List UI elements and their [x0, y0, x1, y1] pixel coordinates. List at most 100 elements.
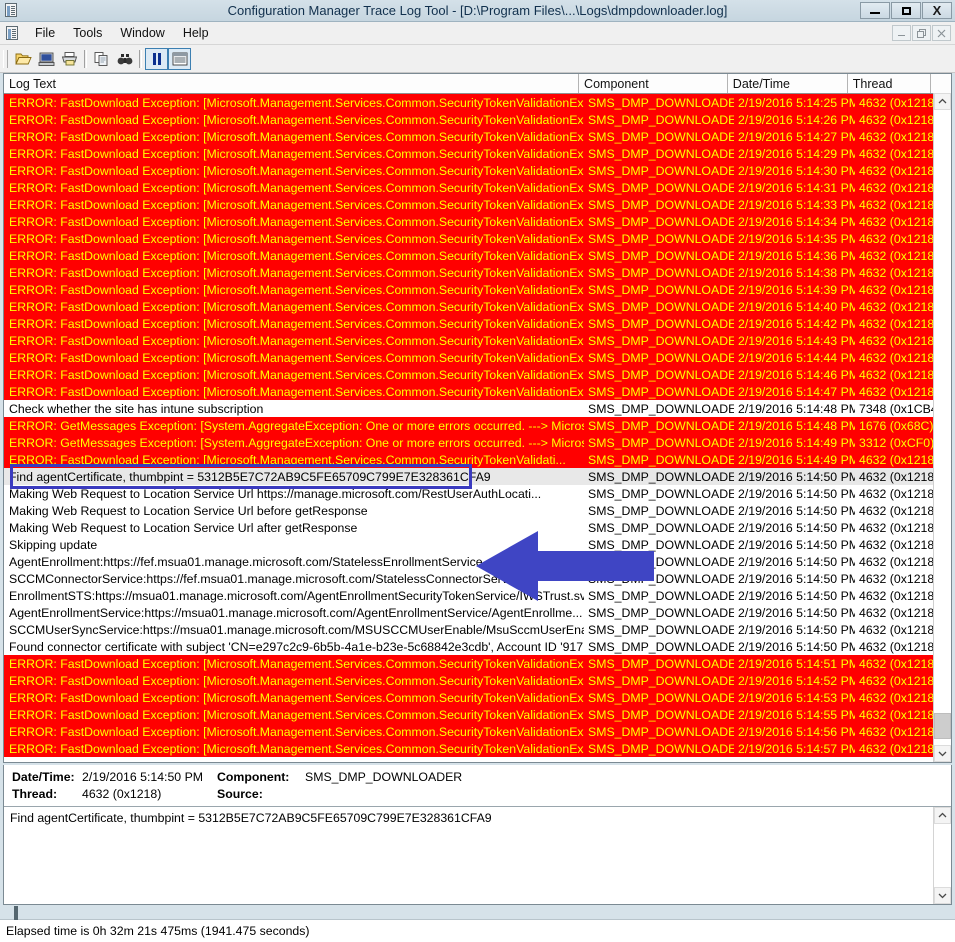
detail-scroll-up-button[interactable]: [934, 807, 951, 824]
column-header-thread[interactable]: Thread: [847, 74, 932, 93]
table-row[interactable]: ERROR: FastDownload Exception: [Microsof…: [4, 230, 951, 247]
scroll-up-button[interactable]: [934, 93, 951, 110]
table-row[interactable]: AgentEnrollment:https://fef.msua01.manag…: [4, 553, 951, 570]
menu-item-file[interactable]: File: [26, 24, 64, 42]
table-row[interactable]: ERROR: GetMessages Exception: [System.Ag…: [4, 417, 951, 434]
table-row[interactable]: Check whether the site has intune subscr…: [4, 400, 951, 417]
table-row[interactable]: Making Web Request to Location Service U…: [4, 485, 951, 502]
table-row[interactable]: ERROR: FastDownload Exception: [Microsof…: [4, 94, 951, 111]
client-area: Log Text Component Date/Time Thread ERRO…: [0, 73, 955, 919]
table-row[interactable]: EnrollmentSTS:https://msua01.manage.micr…: [4, 587, 951, 604]
detail-view-button[interactable]: [168, 47, 191, 70]
thread-cell: 4632 (0x1218): [859, 741, 939, 756]
component-cell: SMS_DMP_DOWNLOADER: [588, 622, 734, 637]
column-header-log-text[interactable]: Log Text: [4, 74, 580, 93]
thread-cell: 4632 (0x1218): [859, 197, 939, 212]
table-row[interactable]: ERROR: FastDownload Exception: [Microsof…: [4, 706, 951, 723]
table-row[interactable]: ERROR: FastDownload Exception: [Microsof…: [4, 315, 951, 332]
thread-cell: 4632 (0x1218): [859, 520, 939, 535]
table-row[interactable]: Making Web Request to Location Service U…: [4, 502, 951, 519]
datetime-cell: 2/19/2016 5:14:30 PM: [738, 163, 855, 178]
mdi-close-button[interactable]: [932, 25, 951, 41]
status-grip: [14, 906, 18, 920]
table-row[interactable]: ERROR: FastDownload Exception: [Microsof…: [4, 145, 951, 162]
log-text-cell: Check whether the site has intune subscr…: [9, 401, 264, 416]
grid-rows-container[interactable]: ERROR: FastDownload Exception: [Microsof…: [4, 94, 951, 762]
log-text-cell: EnrollmentSTS:https://msua01.manage.micr…: [9, 588, 584, 603]
table-row[interactable]: ERROR: FastDownload Exception: [Microsof…: [4, 689, 951, 706]
mdi-minimize-button[interactable]: [892, 25, 911, 41]
log-text-cell: ERROR: FastDownload Exception: [Microsof…: [9, 656, 584, 671]
table-row[interactable]: SCCMConnectorService:https://fef.msua01.…: [4, 570, 951, 587]
table-row[interactable]: ERROR: FastDownload Exception: [Microsof…: [4, 672, 951, 689]
pause-button[interactable]: [145, 47, 168, 70]
table-row[interactable]: ERROR: FastDownload Exception: [Microsof…: [4, 451, 951, 468]
datetime-cell: 2/19/2016 5:14:50 PM: [738, 571, 855, 586]
log-text-cell: ERROR: FastDownload Exception: [Microsof…: [9, 265, 584, 280]
open-file-button[interactable]: [12, 48, 35, 70]
scroll-down-button[interactable]: [934, 745, 951, 762]
table-row[interactable]: ERROR: FastDownload Exception: [Microsof…: [4, 383, 951, 400]
table-row[interactable]: ERROR: FastDownload Exception: [Microsof…: [4, 111, 951, 128]
component-cell: SMS_DMP_DOWNLOADER: [588, 571, 734, 586]
detail-vertical-scrollbar[interactable]: [933, 807, 951, 904]
table-row[interactable]: AgentEnrollmentService:https://msua01.ma…: [4, 604, 951, 621]
table-row[interactable]: ERROR: FastDownload Exception: [Microsof…: [4, 740, 951, 757]
table-row[interactable]: ERROR: FastDownload Exception: [Microsof…: [4, 247, 951, 264]
table-row[interactable]: ERROR: GetMessages Exception: [System.Ag…: [4, 434, 951, 451]
table-row[interactable]: ERROR: FastDownload Exception: [Microsof…: [4, 655, 951, 672]
close-button[interactable]: X: [922, 2, 952, 19]
print-button[interactable]: [58, 48, 81, 70]
copy-button[interactable]: [90, 48, 113, 70]
table-row[interactable]: SCCMUserSyncService:https://msua01.manag…: [4, 621, 951, 638]
menu-item-window[interactable]: Window: [111, 24, 173, 42]
table-row[interactable]: Making Web Request to Location Service U…: [4, 519, 951, 536]
detail-scroll-down-button[interactable]: [934, 887, 951, 904]
menu-item-help[interactable]: Help: [174, 24, 218, 42]
datetime-cell: 2/19/2016 5:14:50 PM: [738, 503, 855, 518]
thread-cell: 4632 (0x1218): [859, 367, 939, 382]
maximize-button[interactable]: [891, 2, 921, 19]
log-text-cell: ERROR: FastDownload Exception: [Microsof…: [9, 299, 584, 314]
detail-message-area[interactable]: Find agentCertificate, thumbpint = 5312B…: [4, 806, 951, 904]
chevron-down-icon: [938, 751, 947, 757]
toolbar-grip[interactable]: [3, 49, 8, 68]
component-cell: SMS_DMP_DOWNLOADER: [588, 146, 734, 161]
mdi-restore-button[interactable]: [912, 25, 931, 41]
table-row[interactable]: ERROR: FastDownload Exception: [Microsof…: [4, 196, 951, 213]
table-row[interactable]: ERROR: FastDownload Exception: [Microsof…: [4, 281, 951, 298]
column-header-filler: [931, 74, 951, 93]
detail-datetime-label: Date/Time:: [12, 769, 75, 784]
table-row[interactable]: ERROR: FastDownload Exception: [Microsof…: [4, 264, 951, 281]
table-row[interactable]: ERROR: FastDownload Exception: [Microsof…: [4, 332, 951, 349]
copy-icon: [94, 51, 107, 66]
detail-component-label: Component:: [217, 769, 290, 784]
minimize-button[interactable]: [860, 2, 890, 19]
table-row[interactable]: Found connector certificate with subject…: [4, 638, 951, 655]
table-row[interactable]: Skipping update SMS_DMP_DOWNLOADER 2/19/20…: [4, 536, 951, 553]
menu-item-tools[interactable]: Tools: [64, 24, 111, 42]
table-row[interactable]: ERROR: FastDownload Exception: [Microsof…: [4, 723, 951, 740]
datetime-cell: 2/19/2016 5:14:56 PM: [738, 724, 855, 739]
grid-vertical-scrollbar[interactable]: [933, 93, 951, 762]
table-row[interactable]: Find agentCertificate, thumbpint = 5312B…: [4, 468, 951, 485]
table-row[interactable]: ERROR: FastDownload Exception: [Microsof…: [4, 128, 951, 145]
datetime-cell: 2/19/2016 5:14:39 PM: [738, 282, 855, 297]
thread-cell: 4632 (0x1218): [859, 180, 939, 195]
log-text-cell: ERROR: FastDownload Exception: [Microsof…: [9, 129, 584, 144]
table-row[interactable]: ERROR: FastDownload Exception: [Microsof…: [4, 349, 951, 366]
table-row[interactable]: ERROR: FastDownload Exception: [Microsof…: [4, 366, 951, 383]
detail-datetime-value: 2/19/2016 5:14:50 PM: [82, 769, 204, 784]
table-row[interactable]: ERROR: FastDownload Exception: [Microsof…: [4, 213, 951, 230]
table-row[interactable]: ERROR: FastDownload Exception: [Microsof…: [4, 179, 951, 196]
datetime-cell: 2/19/2016 5:14:43 PM: [738, 333, 855, 348]
open-on-computer-button[interactable]: [35, 48, 58, 70]
find-button[interactable]: [113, 48, 136, 70]
table-row[interactable]: ERROR: FastDownload Exception: [Microsof…: [4, 298, 951, 315]
datetime-cell: 2/19/2016 5:14:55 PM: [738, 707, 855, 722]
scroll-thumb[interactable]: [934, 713, 951, 739]
datetime-cell: 2/19/2016 5:14:40 PM: [738, 299, 855, 314]
table-row[interactable]: ERROR: FastDownload Exception: [Microsof…: [4, 162, 951, 179]
column-header-component[interactable]: Component: [579, 74, 728, 93]
column-header-datetime[interactable]: Date/Time: [727, 74, 848, 93]
